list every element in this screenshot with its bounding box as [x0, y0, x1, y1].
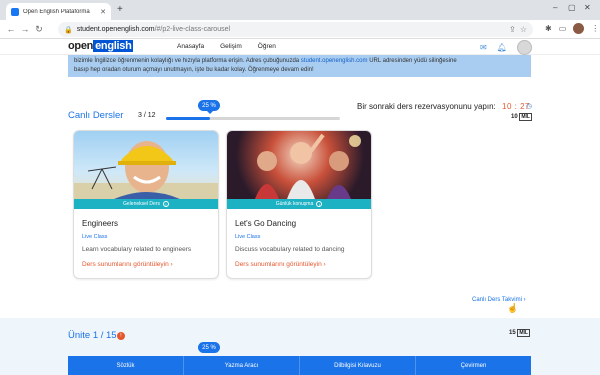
notification-bell-icon[interactable]: 🔔︎: [497, 43, 507, 52]
view-slides-link[interactable]: Ders sunumlarını görüntüleyin ›: [82, 261, 218, 268]
class-description: Learn vocabulary related to engineers: [82, 246, 192, 253]
writing-tool-button[interactable]: Yazma Aracı: [184, 356, 300, 375]
class-card-engineers[interactable]: Geleneksel Ders i Engineers Live Class Le…: [73, 130, 219, 279]
maximize-icon[interactable]: ▢: [568, 3, 576, 12]
reservation-prompt: Bir sonraki ders rezervasyonunu yapın:: [357, 102, 496, 111]
app-header: open english Anasayfa Gelişim Öğren ✉ 🔔︎: [0, 39, 600, 55]
url-text: student.openenglish.com/#/p2-live-class-…: [76, 26, 231, 33]
class-card-dancing[interactable]: Günlük konuşma i Let's Go Dancing Live Cl…: [226, 130, 372, 279]
extensions-icon[interactable]: ✱: [545, 24, 552, 33]
profile-avatar[interactable]: [573, 23, 585, 34]
unit-alert-badge: !: [117, 332, 125, 340]
class-title: Let's Go Dancing: [235, 219, 297, 228]
user-avatar[interactable]: [516, 40, 532, 55]
live-classes-counter: 3 / 12: [138, 112, 156, 119]
lock-icon: 🔒: [64, 26, 73, 34]
bookmark-star-icon[interactable]: ☆: [520, 25, 527, 34]
new-tab-button[interactable]: +: [117, 4, 123, 15]
browser-toolbar: ← → ↻ 🔒 student.openenglish.com/#/p2-liv…: [0, 20, 600, 39]
banner-link[interactable]: student.openenglish.com: [301, 58, 368, 64]
main-nav: Anasayfa Gelişim Öğren: [177, 43, 276, 50]
address-bar[interactable]: 🔒 student.openenglish.com/#/p2-live-clas…: [58, 22, 533, 37]
info-banner: bizimle İngilizce öğrenmenin kolaylığı v…: [68, 55, 531, 77]
forward-icon[interactable]: →: [18, 24, 32, 34]
unit-mil-points: 15 MİL: [509, 329, 530, 337]
open-english-logo[interactable]: open english: [68, 40, 134, 52]
nav-gelisim[interactable]: Gelişim: [220, 43, 242, 50]
unit-progress-badge: 25 %: [198, 342, 220, 353]
class-title: Engineers: [82, 219, 119, 228]
grammar-guide-button[interactable]: Dilbilgisi Kılavuzu: [300, 356, 416, 375]
tab-title: Open English Plataforma: [23, 8, 90, 15]
translator-button[interactable]: Çevirmen: [416, 356, 531, 375]
mouse-cursor-icon: ☝: [507, 303, 519, 313]
reload-icon[interactable]: ↻: [32, 24, 46, 35]
live-classes-progress-bar: [166, 117, 340, 120]
class-tag: Geleneksel Ders i: [74, 199, 218, 209]
favicon-icon: [11, 7, 19, 16]
engineer-image: [74, 131, 218, 199]
close-tab-icon[interactable]: ✕: [100, 8, 106, 16]
messages-icon[interactable]: ✉: [480, 43, 487, 52]
class-tag: Günlük konuşma i: [227, 199, 371, 209]
back-icon[interactable]: ←: [4, 24, 18, 34]
nav-anasayfa[interactable]: Anasayfa: [177, 43, 204, 50]
nav-ogren[interactable]: Öğren: [258, 43, 276, 50]
mil-points: 10 MİL: [511, 113, 532, 121]
clock-icon: ◷: [526, 103, 533, 110]
progress-percent-badge: 25 %: [198, 100, 220, 114]
browser-tab[interactable]: Open English Plataforma ✕: [6, 3, 111, 20]
info-icon[interactable]: i: [162, 201, 169, 207]
dictionary-button[interactable]: Sözlük: [68, 356, 184, 375]
menu-icon[interactable]: ⋮: [591, 24, 599, 33]
minimize-icon[interactable]: –: [553, 3, 557, 12]
close-window-icon[interactable]: ✕: [584, 3, 591, 12]
dancing-image: [227, 131, 371, 199]
class-type: Live Class: [82, 234, 108, 240]
share-icon[interactable]: ⇪: [509, 25, 516, 34]
live-classes-title: Canlı Dersler: [68, 110, 124, 121]
info-icon[interactable]: i: [316, 201, 323, 207]
view-slides-link[interactable]: Ders sunumlarını görüntüleyin ›: [235, 261, 371, 268]
unit-title: Ünite 1 / 15: [68, 330, 117, 341]
class-type: Live Class: [235, 234, 261, 240]
sidebar-icon[interactable]: ▭: [559, 24, 567, 33]
browser-tab-bar: Open English Plataforma ✕ + – ▢ ✕: [0, 0, 600, 20]
tools-bar: Sözlük Yazma Aracı Dilbilgisi Kılavuzu Ç…: [68, 356, 531, 375]
class-description: Discuss vocabulary related to dancing: [235, 246, 345, 253]
